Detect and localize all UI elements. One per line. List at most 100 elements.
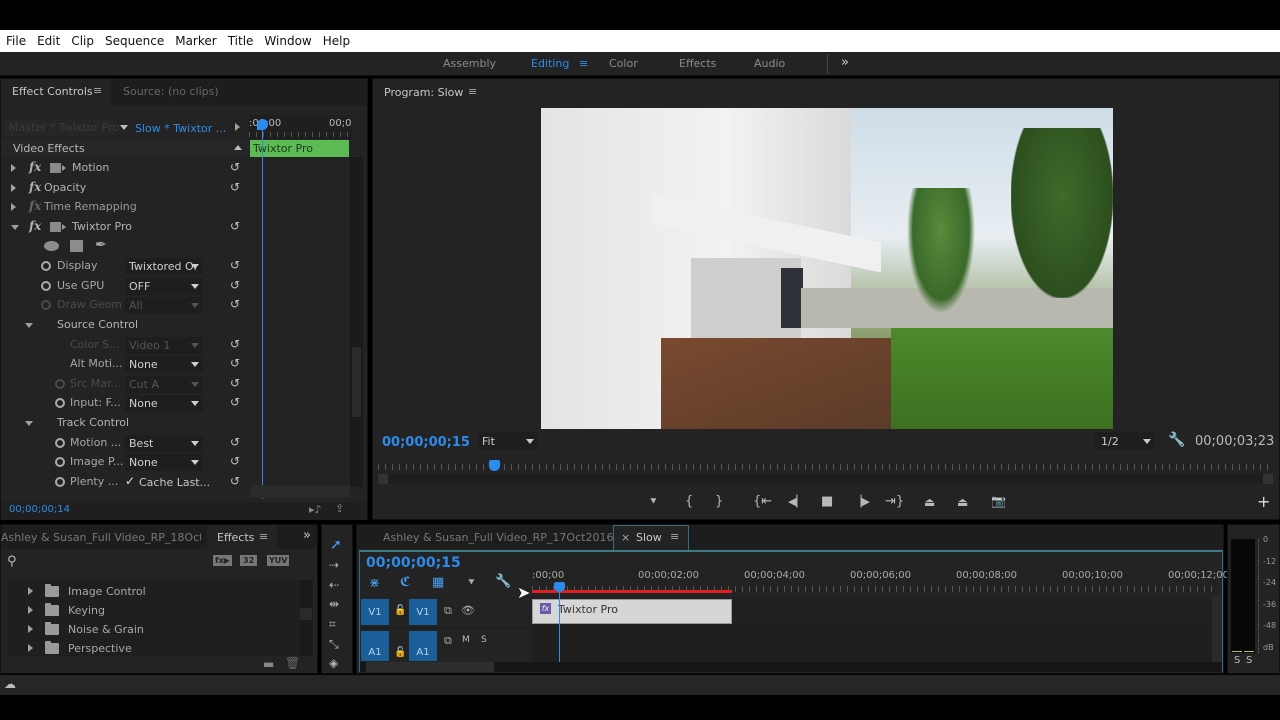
workspace-tab-color[interactable]: Color (609, 57, 638, 70)
input-frame-dropdown[interactable]: None (125, 395, 203, 412)
snap-icon[interactable]: ⋇ (369, 576, 380, 591)
zoom-level-dropdown[interactable]: Fit (478, 432, 538, 450)
master-clip-selector[interactable]: Master * Twixtor Pro (5, 119, 119, 136)
lift-button[interactable]: ⏏ (924, 495, 935, 509)
collapse-icon[interactable] (25, 421, 33, 426)
group-source-control[interactable]: Source Control (1, 316, 246, 335)
yuv-effects-filter[interactable]: YUV (267, 555, 290, 566)
panel-menu-icon[interactable]: ≡ (468, 85, 477, 98)
alt-motion-dropdown[interactable]: None (125, 356, 203, 373)
track-lane-a1[interactable] (532, 629, 1212, 662)
video-frame[interactable] (541, 108, 1113, 429)
panel-menu-icon[interactable]: ≡ (259, 530, 268, 543)
scrollbar-handle-left[interactable] (378, 474, 388, 484)
sync-lock-icon[interactable]: ⧉ (444, 634, 452, 648)
scrollbar-thumb[interactable] (300, 608, 312, 620)
go-to-out-button[interactable]: ⇥} (885, 494, 904, 509)
effect-controls-timecode[interactable]: 00;00;00;14 (9, 504, 70, 515)
new-bin-icon[interactable]: ▬ (263, 657, 274, 671)
add-marker-timeline-icon[interactable]: ▦ (432, 575, 444, 590)
solo-button[interactable]: S (481, 635, 487, 645)
go-to-in-button[interactable]: {⇤ (753, 494, 772, 509)
workspace-tab-assembly[interactable]: Assembly (443, 57, 496, 70)
workspace-tab-audio[interactable]: Audio (754, 57, 785, 70)
workspace-tab-effects[interactable]: Effects (679, 57, 716, 70)
menu-clip[interactable]: Clip (71, 34, 94, 48)
motion-vectors-dropdown[interactable]: Best (125, 435, 203, 452)
folder-perspective[interactable]: Perspective (28, 639, 132, 656)
razor-tool-icon[interactable]: ◈ (329, 656, 338, 670)
program-timecode[interactable]: 00;00;00;15 (382, 435, 470, 450)
stopwatch-icon[interactable] (55, 457, 65, 467)
expand-icon[interactable] (11, 184, 16, 192)
effects-scrollbar[interactable] (299, 580, 313, 656)
workspace-tab-editing[interactable]: Editing (531, 57, 569, 70)
accelerated-effects-filter[interactable]: fx▶ (213, 555, 232, 566)
program-time-ruler[interactable] (378, 464, 1273, 470)
tab-effects[interactable]: Effects ≡ (207, 525, 277, 549)
effect-clip-bar[interactable]: Twixtor Pro (250, 140, 349, 157)
stopwatch-icon[interactable] (55, 477, 65, 487)
expand-icon[interactable] (28, 587, 33, 595)
double-chevron-right-icon[interactable]: » (303, 528, 311, 543)
expand-icon[interactable] (28, 644, 33, 652)
horizontal-scrollbar[interactable] (250, 485, 350, 498)
collapse-icon[interactable] (11, 225, 19, 230)
menu-title[interactable]: Title (228, 34, 254, 48)
timeline-playhead[interactable] (553, 582, 565, 592)
sequence-clip-label[interactable]: Slow * Twixtor ... (135, 122, 226, 135)
add-marker-button[interactable]: ⯆ (649, 495, 658, 509)
tab-sequence-slow[interactable]: × Slow ≡ (613, 525, 689, 550)
loop-audio-icon[interactable]: ▸♪ (309, 503, 322, 516)
effects-search-input[interactable] (21, 555, 201, 571)
step-back-button[interactable]: ◀▏ (788, 495, 805, 508)
reset-icon[interactable]: ↺ (229, 338, 241, 350)
solo-left-button[interactable]: S (1234, 655, 1240, 666)
reset-icon[interactable]: ↺ (229, 259, 241, 271)
menu-window[interactable]: Window (264, 34, 311, 48)
menu-help[interactable]: Help (323, 34, 350, 48)
folder-keying[interactable]: Keying (28, 601, 105, 619)
lock-icon[interactable]: 🔓 (394, 647, 406, 658)
fx-icon[interactable]: fx (29, 180, 41, 194)
timeline-settings-wrench-icon[interactable]: 🔧 (495, 574, 511, 589)
pen-mask-icon[interactable]: ✒ (95, 237, 107, 253)
group-track-control[interactable]: Track Control (1, 414, 246, 433)
scrollbar-thumb[interactable] (352, 347, 361, 417)
reset-icon[interactable]: ↺ (229, 475, 241, 487)
effect-row-motion[interactable]: fx Motion ↺ (1, 159, 246, 178)
close-tab-icon[interactable]: × (621, 531, 630, 544)
source-patch-v1[interactable]: V1 (361, 599, 389, 625)
extract-button[interactable]: ⏏ (957, 495, 968, 509)
reset-icon[interactable]: ↺ (229, 357, 241, 369)
stop-button[interactable]: ■ (821, 494, 833, 509)
collapse-icon[interactable] (25, 323, 33, 328)
program-zoom-scrollbar[interactable] (378, 474, 1273, 484)
ellipse-mask-icon[interactable] (44, 241, 59, 251)
image-prep-dropdown[interactable]: None (125, 454, 203, 471)
stopwatch-icon[interactable] (41, 281, 51, 291)
stopwatch-icon[interactable] (41, 261, 51, 271)
menu-file[interactable]: File (6, 34, 26, 48)
reset-icon[interactable]: ↺ (229, 298, 241, 310)
menu-sequence[interactable]: Sequence (105, 34, 164, 48)
reset-icon[interactable]: ↺ (229, 161, 241, 173)
tab-source[interactable]: Source: (no clips) (123, 85, 219, 98)
reset-icon[interactable]: ↺ (229, 279, 241, 291)
expand-icon[interactable] (28, 606, 33, 614)
vertical-scrollbar[interactable] (350, 157, 363, 487)
reset-icon[interactable]: ↺ (229, 181, 241, 193)
export-frame-button[interactable]: 📷 (991, 494, 1006, 508)
timeline-timecode[interactable]: 00;00;00;15 (366, 555, 461, 571)
reset-icon[interactable]: ↺ (229, 377, 241, 389)
target-track-a1[interactable]: A1 (409, 631, 437, 661)
checkmark-icon[interactable]: ✓ (125, 474, 135, 488)
creative-cloud-icon[interactable]: ☁ (4, 677, 16, 691)
collapse-up-icon[interactable] (234, 145, 242, 150)
trash-icon[interactable]: 🗑 (285, 656, 300, 670)
scrollbar-thumb[interactable] (366, 662, 494, 672)
fx-icon[interactable]: fx (29, 219, 41, 233)
mark-in-button[interactable]: { (685, 494, 693, 509)
double-chevron-right-icon[interactable]: » (841, 55, 849, 70)
tab-sequence-ashley-susan[interactable]: Ashley & Susan_Full Video_RP_17Oct2016 (383, 531, 613, 544)
